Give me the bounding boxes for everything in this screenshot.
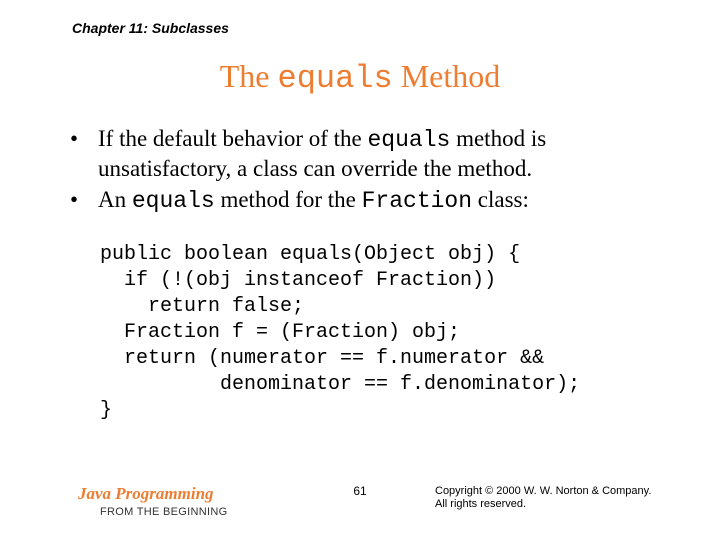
bullet-dot: •	[70, 186, 98, 216]
slide-title: The equals Method	[0, 58, 720, 97]
text-span: method for the	[215, 187, 362, 212]
code-span: equals	[368, 127, 451, 153]
code-block: public boolean equals(Object obj) { if (…	[100, 242, 580, 424]
bullet-2-text: An equals method for the Fraction class:	[98, 186, 660, 216]
chapter-header: Chapter 11: Subclasses	[72, 20, 229, 36]
code-span: Fraction	[362, 188, 472, 214]
title-mono: equals	[277, 60, 392, 97]
code-span: equals	[132, 188, 215, 214]
text-span: An	[98, 187, 132, 212]
copyright-line-1: Copyright © 2000 W. W. Norton & Company.	[435, 485, 665, 499]
copyright: Copyright © 2000 W. W. Norton & Company.…	[435, 485, 665, 513]
title-prefix: The	[220, 58, 278, 94]
bullet-dot: •	[70, 125, 98, 184]
bullet-2: • An equals method for the Fraction clas…	[70, 186, 660, 216]
book-subtitle: FROM THE BEGINNING	[100, 506, 227, 518]
bullet-1-text: If the default behavior of the equals me…	[98, 125, 660, 184]
text-span: class:	[472, 187, 529, 212]
bullet-1: • If the default behavior of the equals …	[70, 125, 660, 184]
copyright-line-2: All rights reserved.	[435, 498, 665, 512]
slide-content: • If the default behavior of the equals …	[70, 125, 660, 217]
title-suffix: Method	[393, 58, 501, 94]
text-span: If the default behavior of the	[98, 126, 368, 151]
